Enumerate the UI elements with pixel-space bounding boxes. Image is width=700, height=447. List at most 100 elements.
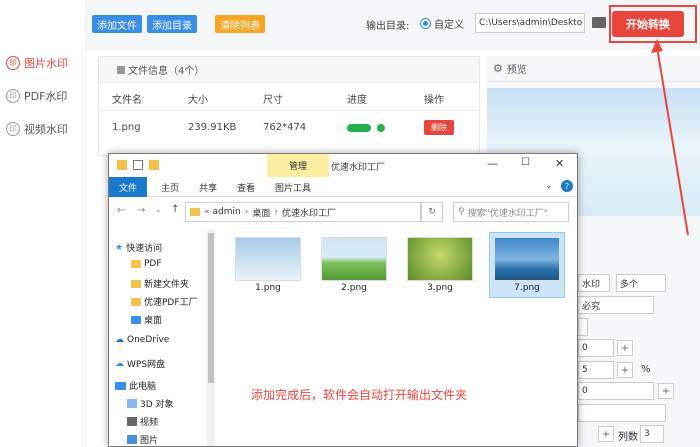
maximize-icon[interactable]: ☐ [521, 157, 530, 168]
file-thumbnail-1[interactable] [235, 237, 301, 281]
custom-radio[interactable]: 自定义 [420, 16, 464, 31]
search-input[interactable]: ⚲ 搜索"优速水印工厂" [453, 202, 569, 222]
tree-label: OneDrive [127, 335, 170, 345]
row-filename: 1.png [112, 122, 141, 133]
picture-icon [127, 435, 137, 444]
tree-yousu-pdf[interactable]: 优速PDF工厂 [131, 295, 198, 308]
nav-video-watermark[interactable]: 印 视频水印 [6, 119, 68, 139]
row-size: 239.91KB [188, 122, 237, 133]
plus-button-4[interactable]: + [598, 426, 614, 442]
value-field-1[interactable]: 0 [578, 339, 614, 357]
close-icon[interactable]: ✕ [555, 157, 564, 170]
tree-scrollbar[interactable] [207, 229, 215, 446]
tree-label: 视频 [140, 418, 159, 428]
file-explorer-window: 管理 优速水印工厂 — ☐ ✕ 文件 主页 共享 查看 图片工具 ⌄ ? ← →… [108, 153, 578, 447]
image-watermark-icon: 印 [6, 56, 20, 70]
new-folder-icon[interactable] [149, 160, 159, 170]
file-thumbnail-3[interactable] [407, 237, 473, 281]
properties-icon[interactable] [133, 160, 143, 170]
tree-new-folder[interactable]: 新建文件夹 [131, 277, 189, 290]
tree-pdf[interactable]: PDF [131, 259, 162, 269]
file-name-4[interactable]: 7.png [494, 283, 560, 293]
small-select[interactable] [578, 318, 588, 336]
tree-label: 新建文件夹 [144, 280, 190, 290]
scrollbar-thumb[interactable] [208, 233, 214, 383]
video-watermark-icon: 印 [6, 122, 20, 136]
tree-videos[interactable]: 视频 [127, 415, 158, 428]
forward-icon[interactable]: → [137, 205, 145, 216]
clear-list-button[interactable]: 清除列表 [215, 15, 265, 33]
chevron-right-icon: › [244, 207, 249, 217]
tree-quick-access[interactable]: ★ 快速访问 [115, 241, 162, 255]
tree-wps[interactable]: ☁ WPS网盘 [115, 357, 166, 371]
tab-file[interactable]: 文件 [109, 177, 147, 197]
tree-pictures[interactable]: 图片 [127, 433, 158, 446]
tab-view[interactable]: 查看 [237, 181, 255, 194]
add-directory-button[interactable]: 添加目录 [147, 15, 197, 33]
up-icon[interactable]: ↑ [171, 204, 179, 215]
gear-icon: ⚙ [493, 62, 503, 75]
value-field-3[interactable]: 0 [578, 382, 654, 400]
cols-input[interactable]: 3 [640, 425, 664, 443]
left-nav: 印 图片水印 印 PDF水印 印 视频水印 [0, 0, 86, 447]
preview-title: 预览 [506, 65, 527, 76]
tab-share[interactable]: 共享 [199, 181, 217, 194]
plus-button-1[interactable]: + [617, 340, 633, 356]
file-name-2[interactable]: 2.png [321, 283, 387, 293]
tab-picture-tools[interactable]: 图片工具 [275, 181, 311, 194]
done-icon [377, 124, 385, 132]
address-bar[interactable]: « admin › 桌面 › 优速水印工厂 [185, 202, 421, 222]
tree-label: WPS网盘 [127, 360, 166, 370]
crumb-folder[interactable]: 优速水印工厂 [282, 206, 336, 219]
file-thumbnail-4[interactable] [494, 237, 560, 281]
cloud-icon: ☁ [115, 335, 124, 345]
nav-image-watermark[interactable]: 印 图片水印 [6, 53, 68, 73]
window-title: 优速水印工厂 [331, 163, 386, 173]
tree-onedrive[interactable]: ☁ OneDrive [115, 335, 169, 345]
manage-tab-header[interactable]: 管理 [267, 154, 329, 177]
file-name-3[interactable]: 3.png [407, 283, 473, 293]
divider [98, 110, 480, 111]
plus-button-3[interactable]: + [658, 383, 674, 399]
col-progress: 进度 [347, 95, 367, 106]
tree-label: 图片 [140, 436, 159, 446]
tree-label: 桌面 [144, 316, 163, 326]
nav-label: PDF水印 [24, 90, 68, 103]
tree-3d-objects[interactable]: 3D 对象 [127, 397, 174, 410]
crumb-desktop[interactable]: 桌面 [252, 206, 270, 219]
chevron-down-icon[interactable]: ⌄ [545, 181, 553, 191]
delete-button[interactable]: 删除 [424, 120, 454, 135]
refresh-icon[interactable]: ↻ [421, 202, 443, 222]
col-filename: 文件名 [112, 95, 142, 106]
annotation-note: 添加完成后，软件会自动打开输出文件夹 [251, 388, 468, 402]
minimize-icon[interactable]: — [487, 157, 498, 170]
file-name-1[interactable]: 1.png [235, 283, 301, 293]
watermark-type-select[interactable]: 水印 [578, 274, 610, 292]
nav-pdf-watermark[interactable]: 印 PDF水印 [6, 86, 67, 106]
value-field-2[interactable]: 5 [578, 361, 614, 379]
tree-label: 3D 对象 [140, 400, 174, 410]
output-path-input[interactable]: C:\Users\admin\Deskto [475, 13, 585, 33]
tree-label: PDF [144, 259, 162, 269]
tree-desktop[interactable]: 桌面 [131, 313, 162, 326]
tree-label: 优速PDF工厂 [144, 298, 198, 308]
crumb-admin[interactable]: admin [213, 207, 241, 217]
file-info-title: 文件信息（4个） [128, 66, 205, 77]
chevron-right-icon: › [274, 207, 278, 217]
multi-select[interactable]: 多个 [616, 274, 666, 292]
computer-icon [115, 381, 126, 390]
col-action: 操作 [424, 95, 444, 106]
back-icon[interactable]: ← [117, 205, 125, 216]
folder-icon [131, 297, 141, 306]
help-icon[interactable]: ? [561, 180, 573, 192]
add-file-button[interactable]: 添加文件 [92, 15, 142, 33]
tab-home[interactable]: 主页 [161, 181, 179, 194]
recent-icon[interactable]: ⌄ [155, 205, 162, 214]
plus-button-2[interactable]: + [617, 362, 633, 378]
row-dims: 762*474 [263, 122, 307, 133]
watermark-text-input[interactable]: 必究 [578, 296, 654, 314]
dropdown-field[interactable] [578, 404, 666, 422]
tree-this-pc[interactable]: 此电脑 [115, 379, 156, 392]
folder-icon[interactable] [592, 17, 606, 28]
file-thumbnail-2[interactable] [321, 237, 387, 281]
